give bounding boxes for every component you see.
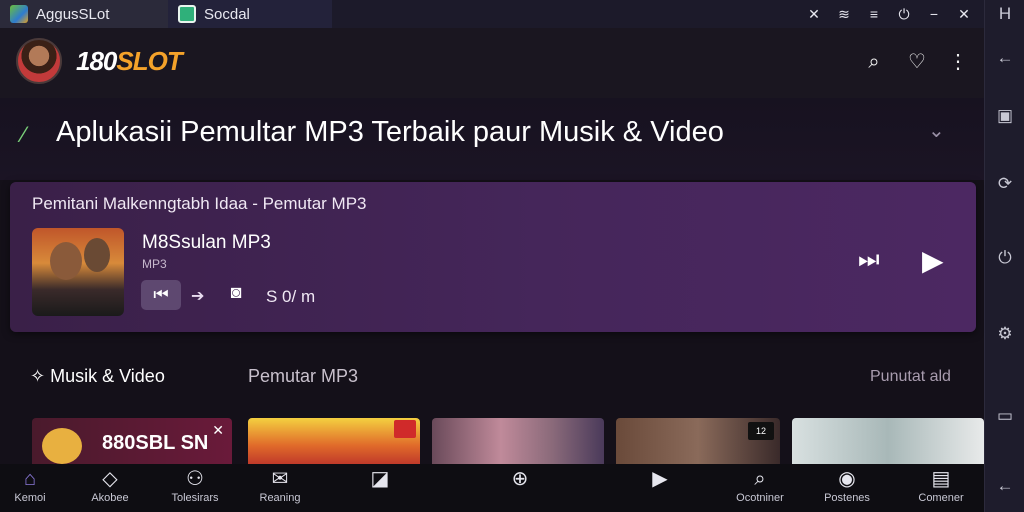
video-thumbnail[interactable] [248,418,420,464]
heart-icon[interactable]: ♡ [905,50,929,74]
avatar[interactable] [16,38,62,84]
window-controls: ✕ ≋ ≡ ⏻ − ✕ [806,0,972,28]
player-heading: Pemitani Malkenngtabh Idaa - Pemutar MP3 [32,194,367,213]
brand-number: 180 [76,46,117,76]
title-row: ⁄ Aplukasii Pemultar MP3 Terbaik paur Mu… [0,98,984,180]
video-thumbnail[interactable]: 880SBL SN ✕ [32,418,232,464]
app-header: 180SLOT ⌕ ♡ ⋮ [0,28,984,98]
nav-tolesirars[interactable]: ⚇ Tolesirars [160,464,230,512]
cast-icon[interactable]: ◙ [222,282,250,308]
duration-badge: 12 [748,422,774,440]
minimize-icon[interactable]: − [926,6,942,22]
nav-akobee[interactable]: ◇ Akobee [82,464,138,512]
chevron-down-icon[interactable]: ⌄ [928,118,945,143]
sparkle-icon: ✧ [30,366,46,386]
play-button[interactable]: ▶ [922,244,944,277]
track-time: S 0/ m [266,287,316,306]
power-icon[interactable]: ⏻ [985,248,1024,268]
wifi-icon[interactable]: ≋ [836,6,852,23]
rotate-icon[interactable]: ⟳ [985,174,1024,194]
nav-comener[interactable]: ▤ Comener [908,464,974,512]
power-icon[interactable]: ⏻ [896,6,912,23]
nav-add[interactable]: ⊕ [500,464,540,512]
nav-label: Comener [918,492,964,504]
skip-icon[interactable]: ⏭ [858,246,880,274]
section-row: ✧ Musik & Video Pemutar MP3 Punutat ald [0,360,984,396]
window-icon[interactable]: ▭ [985,406,1024,426]
gallery-icon[interactable]: ▣ [985,106,1024,126]
nav-label: Tolesirars [171,492,219,504]
video-thumbnail[interactable] [432,418,604,464]
app-icon [10,5,28,23]
channel-logo [42,428,82,464]
player-card: Pemitani Malkenngtabh Idaa - Pemutar MP3… [10,182,976,332]
section-tab-pemutar[interactable]: Pemutar MP3 [248,366,358,387]
section-tab-musik-video[interactable]: ✧ Musik & Video [30,366,165,387]
tag-icon: ◪ [370,468,390,490]
app-window: AggusSLot Socdal ✕ ≋ ≡ ⏻ − ✕ H ← ▣ ⟳ ⏻ ⚙… [0,0,1024,512]
nav-tag[interactable]: ◪ [362,464,398,512]
section-left-label: Musik & Video [50,366,165,386]
previous-button[interactable]: ⏮ [141,280,181,310]
page-title: Aplukasii Pemultar MP3 Terbaik paur Musi… [56,116,724,148]
search-icon: ⌕ [754,468,766,490]
nav-label: Reaning [259,492,301,504]
nav-play[interactable]: ▶ [642,464,678,512]
nav-label: Akobee [91,492,129,504]
profile-icon: ◉ [838,468,856,490]
mail-icon: ✉ [271,468,289,490]
nav-reaning[interactable]: ✉ Reaning [250,464,310,512]
close-tab-icon[interactable]: ✕ [806,6,822,23]
home-icon: ⌂ [23,468,37,490]
h-icon[interactable]: H [985,4,1024,24]
track-title: M8Ssulan MP3 [142,232,271,253]
nav-ocotniner[interactable]: ⌕ Ocotniner [728,464,792,512]
more-icon[interactable]: ⋮ [946,50,970,74]
close-icon[interactable]: ✕ [956,6,972,23]
bottom-nav: ⌂ Kemoi ◇ Akobee ⚇ Tolesirars ✉ Reaning … [0,464,984,512]
back-icon[interactable]: ← [985,48,1024,68]
nav-label: Kemoi [14,492,46,504]
diamond-icon: ◇ [102,468,118,490]
music-note-icon: ⁄ [22,122,26,147]
nav-home[interactable]: ⌂ Kemoi [2,464,58,512]
track-subtitle: MP3 [142,257,167,271]
video-thumbnail[interactable] [792,418,984,464]
tab-socdal[interactable]: Socdal [168,0,332,28]
video-thumbnail[interactable]: 12 [616,418,780,464]
tab-aggusslot[interactable]: AggusSLot [0,0,168,28]
app-icon [178,5,196,23]
album-cover[interactable] [32,228,124,316]
tab-label: AggusSLot [36,5,110,23]
search-icon[interactable]: ⌕ [862,50,886,74]
close-icon[interactable]: ✕ [212,422,224,439]
wallet-icon: ▤ [931,468,951,490]
tab-label: Socdal [204,5,250,23]
back-arrow-icon[interactable]: ← [985,476,1024,496]
people-icon: ⚇ [186,468,204,490]
window-tabbar: AggusSLot Socdal ✕ ≋ ≡ ⏻ − ✕ [0,0,1024,28]
play-icon: ▶ [652,468,668,490]
nav-label: Ocotniner [736,492,784,504]
add-circle-icon: ⊕ [511,468,529,490]
settings-icon[interactable]: ⚙ [985,324,1024,344]
nav-postenes[interactable]: ◉ Postenes [814,464,880,512]
section-see-all[interactable]: Punutat ald [870,368,951,386]
badge-icon [394,420,416,438]
brand-text: SLOT [116,46,182,76]
menu-icon[interactable]: ≡ [866,6,882,22]
nav-label: Postenes [824,492,870,504]
forward-arrow-icon[interactable]: ➔ [191,286,204,306]
brand-logo: 180SLOT [76,46,183,77]
right-sidebar: H ← ▣ ⟳ ⏻ ⚙ ▭ ← [984,0,1024,512]
thumbnail-title: 880SBL SN [102,432,209,454]
